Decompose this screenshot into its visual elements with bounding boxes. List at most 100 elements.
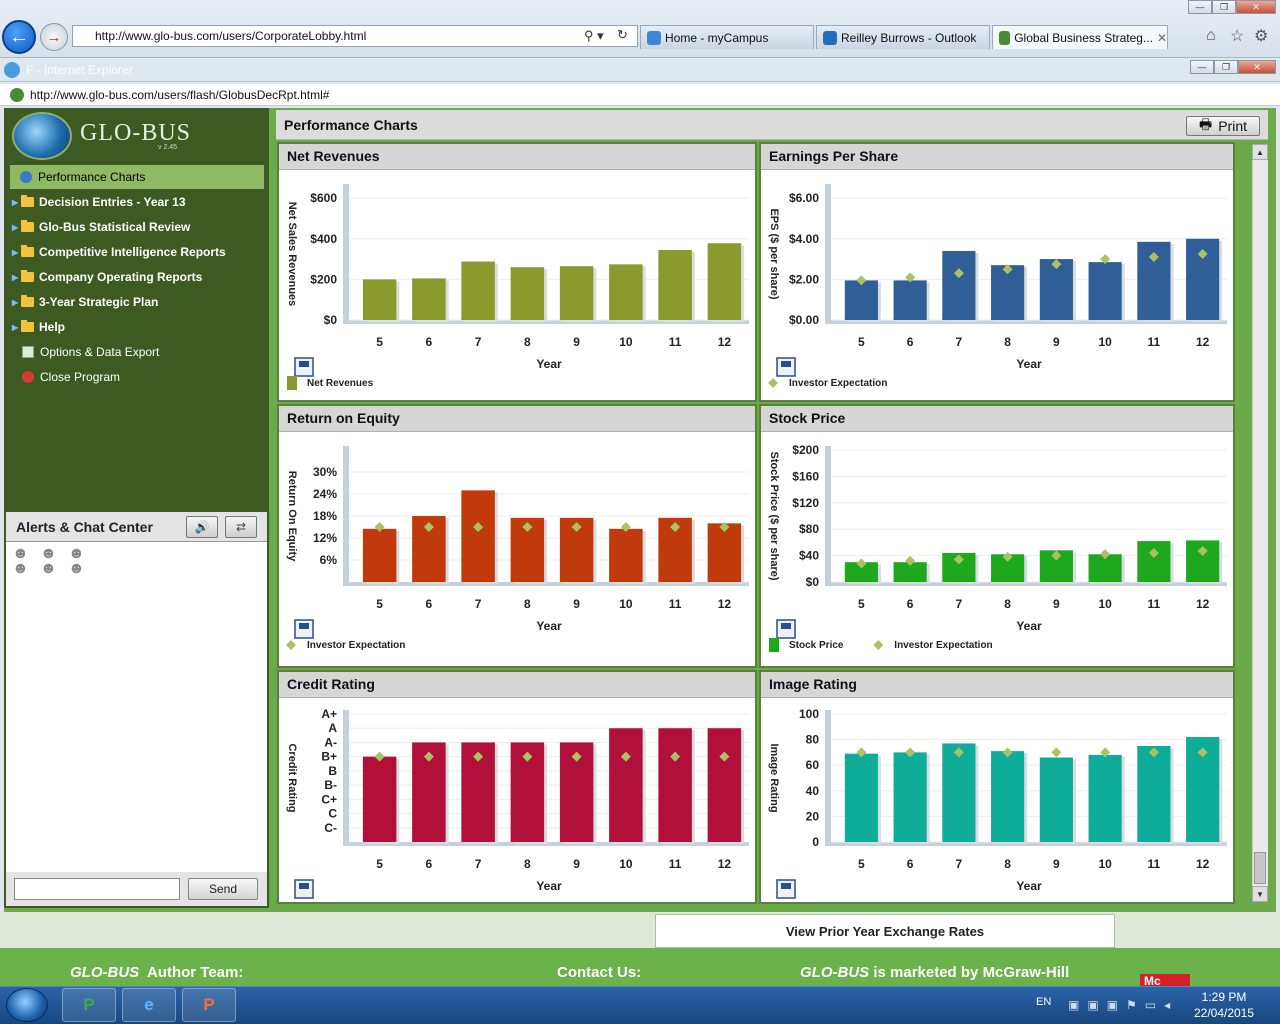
address-bar[interactable]: http://www.glo-bus.com/users/CorporateLo…	[72, 25, 638, 47]
sound-button[interactable]: 🔊	[186, 516, 218, 538]
chat-input[interactable]	[14, 878, 180, 900]
bar	[1137, 746, 1171, 842]
folder-icon	[21, 220, 34, 232]
send-button[interactable]: Send	[188, 878, 258, 900]
y-axis	[343, 446, 349, 586]
save-icon-detail	[781, 883, 791, 889]
x-tick-label: 8	[1004, 335, 1011, 349]
chart-globe-icon	[20, 171, 32, 183]
expand-arrow-icon: ▶	[12, 297, 19, 307]
chart-image-rating: Image Rating 0 20 40 60 80 100 Image Rating 5 6 7 8…	[759, 670, 1235, 904]
inner-restore-button[interactable]: ❐	[1214, 60, 1238, 74]
scroll-up-arrow-icon[interactable]: ▲	[1252, 144, 1268, 160]
chart-title: Stock Price	[761, 406, 1233, 432]
clock[interactable]: 1:29 PM 22/04/2015	[1188, 988, 1260, 1022]
menu-statistical-review[interactable]: ▶ Glo-Bus Statistical Review	[10, 215, 264, 239]
bar	[707, 243, 742, 320]
menu-operating-reports[interactable]: ▶ Company Operating Reports	[10, 265, 264, 289]
ie-taskbar-icon[interactable]: e	[122, 988, 176, 1022]
x-tick-label: 7	[956, 857, 963, 871]
expand-arrow-icon: ▶	[12, 272, 19, 282]
scroll-down-arrow-icon[interactable]: ▼	[1252, 886, 1268, 902]
chart-title: Credit Rating	[279, 672, 755, 698]
x-tick-label: 9	[1053, 335, 1060, 349]
chart-net-revenues: Net Revenues $0 $200 $400 $600 Net Sales Reve…	[277, 142, 757, 402]
windows-start-icon[interactable]	[6, 988, 48, 1022]
outlook-icon	[823, 30, 837, 45]
y-tick-label: 0	[812, 835, 819, 849]
prior-exchange-rates-button[interactable]: View Prior Year Exchange Rates	[655, 914, 1115, 948]
menu-help[interactable]: ▶ Help	[10, 315, 264, 339]
menu-strategic-plan[interactable]: ▶ 3-Year Strategic Plan	[10, 290, 264, 314]
search-icon[interactable]: ⚲ ▾	[584, 28, 604, 44]
footer-contact[interactable]: Contact Us:	[557, 964, 641, 981]
tab-outlook[interactable]: Reilley Burrows - Outlook	[816, 25, 990, 49]
y-tick-label: B	[328, 764, 337, 778]
gear-icon[interactable]: ⚙	[1254, 26, 1268, 46]
menu-close-program[interactable]: Close Program	[10, 365, 264, 389]
scroll-thumb[interactable]	[1254, 852, 1266, 884]
y-axis	[825, 184, 831, 324]
forward-button[interactable]: →	[40, 23, 68, 51]
menu-performance-charts[interactable]: Performance Charts	[10, 165, 264, 189]
y-tick-label: 20	[806, 809, 820, 823]
x-tick-label: 6	[426, 597, 433, 611]
print-button[interactable]: 🖶 Print	[1186, 116, 1260, 136]
bar	[942, 743, 976, 842]
y-tick-label: 80	[806, 733, 820, 747]
close-window-button[interactable]: ✕	[1236, 0, 1276, 14]
y-tick-label: $200	[792, 443, 819, 457]
bar	[707, 523, 742, 582]
y-axis-label: EPS ($ per share)	[768, 208, 780, 299]
x-tick-label: 7	[475, 857, 482, 871]
x-tick-label: 8	[524, 335, 531, 349]
tab-mycampus[interactable]: Home - myCampus	[640, 25, 814, 49]
y-tick-label: $2.00	[789, 272, 819, 286]
home-icon[interactable]: ⌂	[1206, 27, 1216, 45]
bar	[707, 728, 742, 842]
x-tick-label: 6	[907, 597, 914, 611]
tab-globus[interactable]: Global Business Strateg... ✕	[992, 25, 1168, 49]
x-tick-label: 8	[524, 857, 531, 871]
x-tick-label: 6	[907, 335, 914, 349]
x-tick-label: 10	[619, 857, 633, 871]
refresh-icon[interactable]: ↻	[617, 27, 628, 43]
user-icon[interactable]: ☻ ☻	[40, 546, 62, 577]
tray-icons[interactable]: ▣▣▣⚑▭◂	[1068, 998, 1178, 1012]
back-button[interactable]: ←	[2, 20, 36, 54]
y-axis	[343, 710, 349, 846]
page-icon	[10, 88, 24, 102]
menu-options-export[interactable]: Options & Data Export	[10, 340, 264, 364]
user-icon[interactable]: ☻ ☻	[12, 546, 34, 577]
language-indicator[interactable]: EN	[1036, 996, 1051, 1008]
minimize-button[interactable]: —	[1188, 0, 1212, 14]
user-icon[interactable]: ☻ ☻	[68, 546, 90, 577]
bar	[461, 490, 495, 582]
y-axis-label: Image Rating	[768, 743, 780, 812]
menu-competitive-intelligence[interactable]: ▶ Competitive Intelligence Reports	[10, 240, 264, 264]
bar	[991, 751, 1025, 842]
app-logo: GLO-BUS	[80, 120, 192, 146]
y-tick-label: 18%	[313, 509, 337, 523]
bar	[461, 261, 495, 320]
refresh-chat-button[interactable]: ⇄	[225, 516, 257, 538]
ie-logo-icon	[4, 62, 20, 78]
chart-title: Net Revenues	[279, 144, 755, 170]
favorites-icon[interactable]: ☆	[1230, 26, 1244, 46]
tab-label: Global Business Strateg...	[1014, 30, 1153, 45]
inner-minimize-button[interactable]: —	[1190, 60, 1214, 74]
bar	[609, 728, 643, 842]
footer-author: GLO-BUS Author Team:	[70, 964, 244, 981]
menu-decision-entries[interactable]: ▶ Decision Entries - Year 13	[10, 190, 264, 214]
x-tick-label: 12	[718, 335, 732, 349]
powerpoint-icon[interactable]: P	[182, 988, 236, 1022]
restore-button[interactable]: ❐	[1212, 0, 1236, 14]
y-tick-label: A-	[324, 735, 337, 749]
close-tab-icon[interactable]: ✕	[1157, 31, 1167, 45]
legend-label: Investor Expectation	[789, 378, 887, 389]
x-axis-label: Year	[1016, 357, 1042, 371]
y-axis	[343, 184, 349, 324]
scrollbar[interactable]	[1252, 144, 1268, 902]
project-app-icon[interactable]: P	[62, 988, 116, 1022]
inner-close-button[interactable]: ✕	[1238, 60, 1276, 74]
